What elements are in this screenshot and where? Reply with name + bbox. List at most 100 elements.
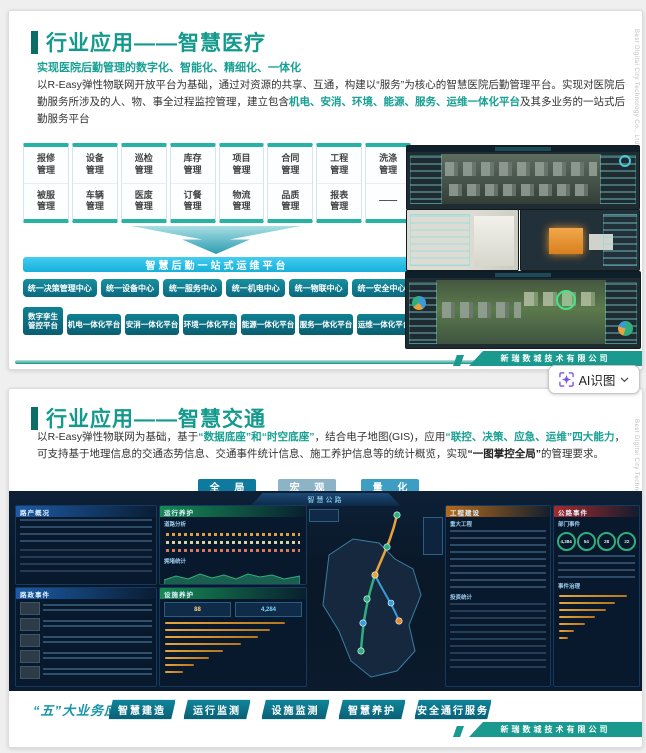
module-label: 设备管理 bbox=[85, 153, 104, 175]
camera-text-graphic bbox=[43, 651, 152, 662]
panel-subheader: 道路分析 bbox=[164, 522, 187, 528]
stat-rows-graphic bbox=[20, 519, 152, 547]
module-label: 订餐管理 bbox=[183, 189, 202, 212]
camera-thumbnail bbox=[20, 666, 40, 679]
module-column: 巡检管理 医废管理 bbox=[120, 143, 167, 223]
module-cell: 库存管理 bbox=[171, 147, 215, 183]
module-cell: —— bbox=[366, 182, 410, 220]
campus-scene-graphic bbox=[441, 154, 601, 204]
slide-smart-healthcare: Best Digital City Technology Co., Ltd 行业… bbox=[8, 10, 643, 370]
platform-label: 能源一体化平台 bbox=[241, 320, 295, 329]
buildings-graphic bbox=[449, 184, 591, 196]
center-button: 统一设备中心 bbox=[100, 279, 160, 297]
module-cell: 医废管理 bbox=[121, 182, 166, 220]
module-cell: 巡检管理 bbox=[122, 147, 166, 183]
camera-list-item bbox=[20, 602, 152, 615]
camera-thumbnail bbox=[20, 618, 40, 631]
module-column: 项目管理 物流管理 bbox=[218, 143, 265, 223]
investment-rows-graphic bbox=[450, 603, 546, 673]
paragraph-highlight: 机电、安消、环境、能源、服务、运维一体化平台 bbox=[289, 96, 520, 108]
module-label: 车辆管理 bbox=[85, 189, 104, 212]
module-label: 库存管理 bbox=[183, 153, 202, 175]
buildings-graphic bbox=[442, 302, 521, 318]
platform-label: 机电一体化平台 bbox=[67, 320, 121, 329]
map-legend-graphic bbox=[309, 509, 339, 522]
paragraph-bold: “一图掌控全局” bbox=[467, 448, 542, 460]
page: Best Digital City Technology Co., Ltd 行业… bbox=[0, 0, 646, 753]
platform-button: 环境一体化平台 bbox=[183, 314, 237, 335]
module-grid: 报修管理 被服管理 设备管理 车辆管理 巡检管理 医废管理 库存管理 订餐管理 … bbox=[23, 143, 411, 223]
hospital-dashboard-screenshot-3 bbox=[405, 271, 641, 349]
slide1-title-row: 行业应用——智慧医疗 bbox=[31, 27, 266, 57]
module-label: 品质管理 bbox=[281, 189, 300, 212]
platforms-row: 数字孪生管控平台 机电一体化平台 安消一体化平台 环境一体化平台 能源一体化平台… bbox=[23, 307, 411, 335]
panel-subheader: 重大工程 bbox=[450, 522, 473, 528]
camera-text-graphic bbox=[43, 603, 152, 614]
biz-button-safe-passage: 安全通行服务 bbox=[414, 699, 492, 720]
stats-panel-graphic bbox=[603, 214, 637, 266]
facility-bars-graphic bbox=[160, 621, 306, 673]
module-cell: 设备管理 bbox=[73, 147, 117, 183]
stats-panel-graphic bbox=[410, 155, 442, 204]
module-label: 工程管理 bbox=[330, 153, 349, 175]
chevron-down-icon[interactable] bbox=[620, 377, 629, 383]
panel-subheader: 投资统计 bbox=[450, 595, 473, 601]
dot-row-graphic bbox=[166, 549, 300, 552]
camera-thumbnail bbox=[20, 650, 40, 663]
panel-header: 公路事件 bbox=[554, 506, 639, 517]
platform-button: 服务一体化平台 bbox=[299, 314, 353, 335]
gauges-row: 4,384 54 28 22 bbox=[556, 532, 637, 551]
module-label: 合同管理 bbox=[281, 153, 300, 175]
donut-chart-graphic bbox=[618, 321, 633, 336]
footer-line bbox=[15, 360, 477, 364]
platform-button: 安消一体化平台 bbox=[125, 314, 179, 335]
module-cell: 品质管理 bbox=[268, 182, 313, 220]
panel-subheader: 事件治理 bbox=[558, 584, 581, 590]
congestion-area-chart-graphic bbox=[164, 573, 300, 584]
camera-thumbnail bbox=[20, 634, 40, 647]
panel-highway-events: 公路事件 部门事件 4,384 54 28 22 事件治理 bbox=[553, 505, 640, 687]
module-cell: 工程管理 bbox=[317, 147, 361, 183]
camera-list-item bbox=[20, 634, 152, 647]
ai-recognize-button[interactable]: AI识图 bbox=[548, 365, 640, 394]
module-column: 报修管理 被服管理 bbox=[23, 143, 69, 223]
module-cell: 洗涤管理 bbox=[366, 147, 410, 183]
company-ribbon: 新瑞数城技术有限公司 bbox=[469, 351, 642, 366]
traffic-dashboard-screenshot: 智慧公路 路产概况 路政事件 运行养护 道路分析 拥堵统计 设施养护 88 4,… bbox=[9, 491, 642, 691]
paragraph-text: 的管理要求。 bbox=[541, 448, 604, 460]
gauge-graphic bbox=[619, 155, 631, 167]
panel-header: 路产概况 bbox=[16, 506, 156, 517]
module-label: 巡检管理 bbox=[134, 153, 153, 175]
highlighted-building-graphic bbox=[549, 228, 583, 254]
donut-chart-graphic bbox=[412, 296, 426, 310]
page-title: 行业应用——智慧医疗 bbox=[46, 32, 266, 55]
gauge-value: 28 bbox=[597, 532, 617, 551]
paragraph-highlight: “联控、决策、应急、运维”四大能力 bbox=[445, 431, 615, 443]
slide2-paragraph: 以R-Easy弹性物联网为基础，基于“数据底座”和“时空底座”，结合电子地图(G… bbox=[37, 429, 625, 463]
slide-smart-transportation: Best Digital City Technology Co., Ltd 行业… bbox=[8, 388, 643, 748]
gauge-value: 4,384 bbox=[556, 532, 576, 551]
center-button: 统一决策管理中心 bbox=[23, 279, 97, 297]
platform-banner: 智慧后勤一站式运维平台 bbox=[23, 257, 411, 272]
module-label: 洗涤管理 bbox=[379, 153, 398, 175]
biz-button-maintenance: 智慧养护 bbox=[338, 699, 406, 720]
platform-label: 数字孪生管控平台 bbox=[28, 311, 58, 330]
company-ribbon: 新瑞数城技术有限公司 bbox=[469, 722, 642, 737]
camera-list-item bbox=[20, 666, 152, 679]
ai-button-label: AI识图 bbox=[578, 374, 616, 388]
panel-construction: 工程建设 重大工程 投资统计 bbox=[445, 505, 551, 687]
platform-label: 安消一体化平台 bbox=[125, 320, 179, 329]
map-menu-graphic bbox=[423, 517, 443, 555]
screenshot-header-graphic bbox=[407, 146, 639, 152]
event-bars-graphic bbox=[554, 594, 639, 639]
project-rows-graphic bbox=[450, 530, 546, 590]
dot-row-graphic bbox=[166, 541, 300, 544]
module-cell: 报修管理 bbox=[24, 147, 68, 183]
stat-chip: 88 bbox=[164, 602, 231, 617]
panel-header: 运行养护 bbox=[160, 506, 306, 517]
panel-facility: 设施养护 88 4,284 bbox=[159, 587, 307, 687]
event-rows-graphic bbox=[558, 555, 635, 579]
camera-text-graphic bbox=[43, 635, 152, 646]
slide1-subtitle: 实现医院后勤管理的数字化、智能化、精细化、一体化 bbox=[37, 62, 301, 74]
platform-button: 数字孪生管控平台 bbox=[23, 307, 63, 335]
